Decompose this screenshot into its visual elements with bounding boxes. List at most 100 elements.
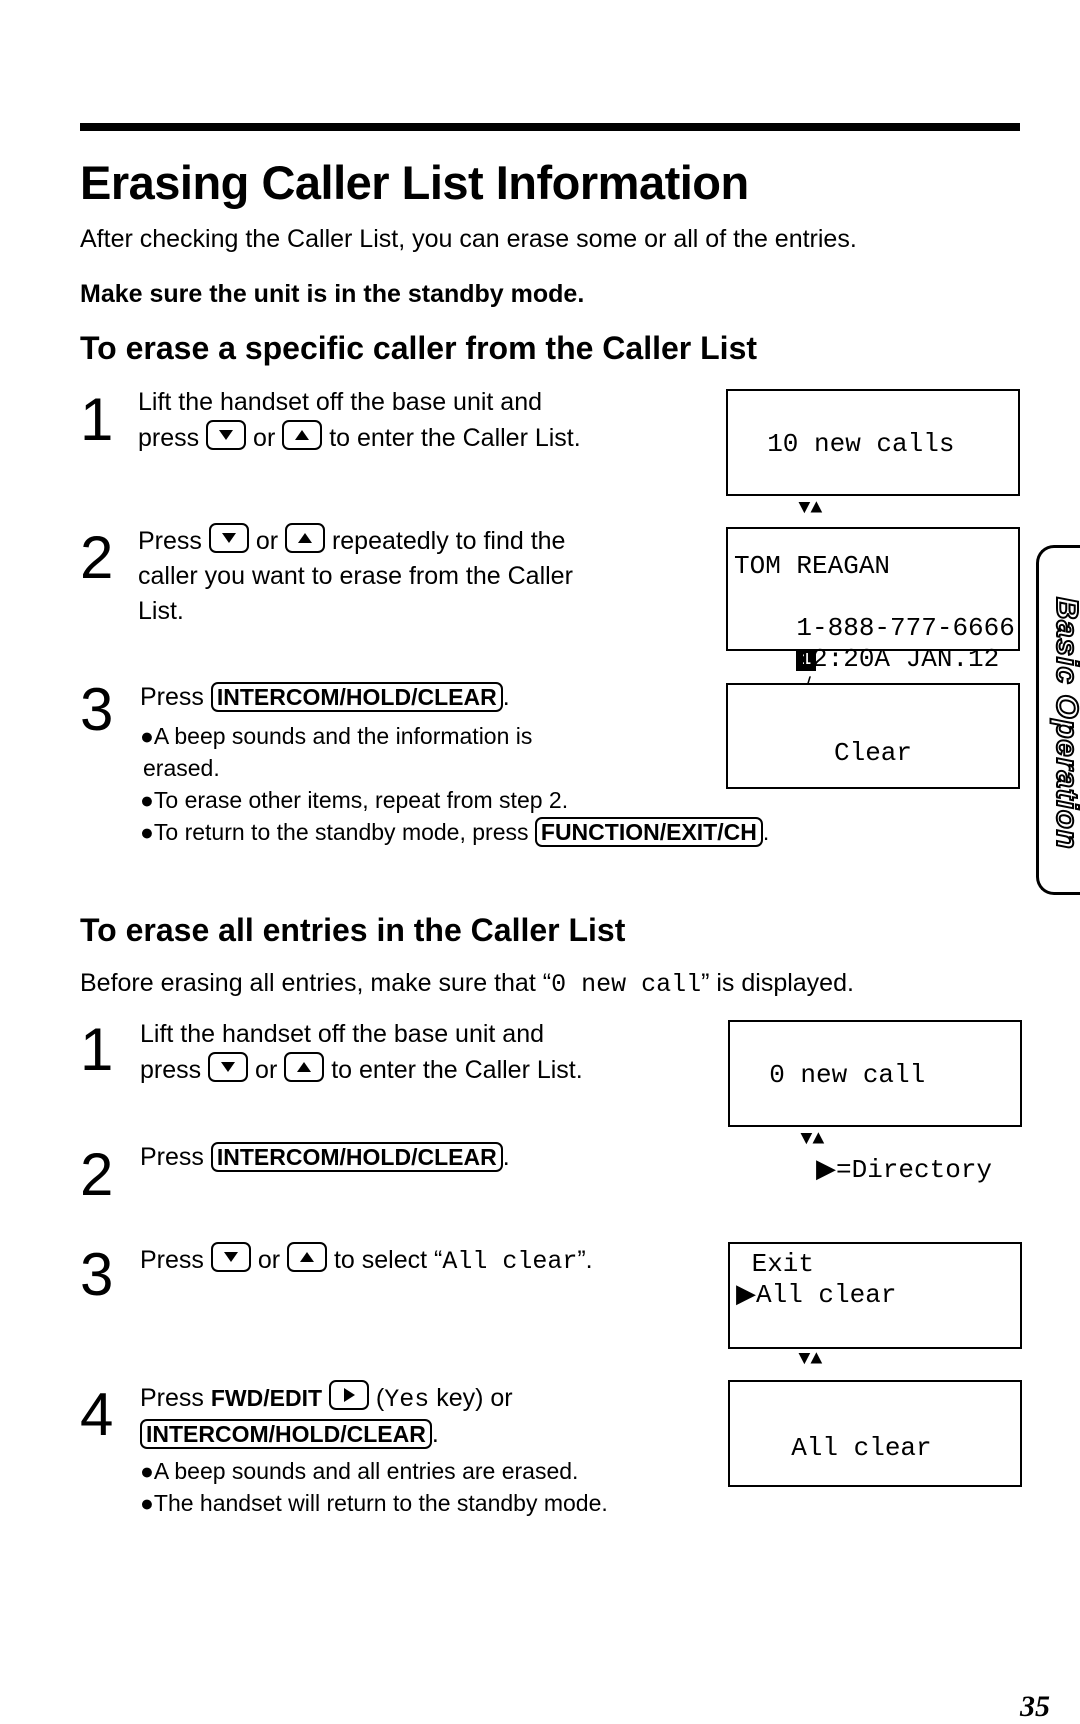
up-key-icon [282, 420, 323, 450]
lcd-display-caller-entry: TOM REAGAN 1-888-777-6666 1 12:20A JAN.1… [726, 527, 1020, 705]
step-number: 3 [80, 676, 114, 743]
section1-heading: To erase a specific caller from the Call… [80, 330, 758, 366]
step-text-rest: to enter the Caller List. [329, 424, 581, 452]
word-press: Press [140, 1246, 204, 1274]
step-3-text: Press or to select “All clear”. [140, 1242, 593, 1279]
punctuation: . [762, 819, 770, 845]
step-text-rest: to select “ [333, 1246, 443, 1274]
punctuation: . [431, 1420, 439, 1448]
standby-note: Make sure the unit is in the standby mod… [80, 280, 585, 308]
step-text-rest: key) or [429, 1384, 513, 1412]
lcd-line: All clear [760, 1433, 932, 1463]
bullet-text: erased. [143, 755, 220, 781]
up-key-icon [287, 1242, 327, 1272]
bullet-text: To erase other items, repeat from step 2… [153, 787, 569, 813]
step-number: 2 [80, 524, 114, 591]
up-key-icon [285, 523, 325, 553]
step-text-line: Press or repeatedly to find the [138, 523, 698, 559]
step-text-rest: to enter the Caller List. [331, 1056, 583, 1084]
lcd-menu-exit: Exit [736, 1249, 815, 1279]
intercom-hold-clear-key: INTERCOM/HOLD/CLEAR [210, 1142, 503, 1172]
lcd-line: ▼▲ ▶=Directory [738, 1091, 1020, 1185]
lcd-line: 1-888-777-6666 1 [734, 582, 1018, 671]
step-text-line: press or to enter the Caller List. [138, 420, 698, 456]
bullet-item: ●The handset will return to the standby … [140, 1490, 608, 1516]
up-down-arrows-icon: ▼▲ [798, 497, 823, 520]
step-text-line: caller you want to erase from the Caller [138, 562, 573, 590]
intro-text: After checking the Caller List, you can … [80, 225, 857, 253]
section-side-tab: Basic Operation [1036, 545, 1080, 895]
down-key-icon [210, 1242, 251, 1272]
word-or: or [257, 1246, 281, 1274]
word-or: or [253, 424, 276, 452]
up-down-arrows-icon: ▼▲ [798, 1348, 823, 1371]
word-or: or [255, 527, 279, 555]
step-1-text: Lift the handset off the base unit and p… [140, 1017, 700, 1088]
function-exit-ch-key: FUNCTION/EXIT/CH [534, 817, 763, 847]
step-text-rest: ”. [577, 1246, 593, 1274]
bullet-text: A beep sounds and the information is [153, 723, 533, 749]
lcd-display-clear: Clear [726, 683, 1020, 789]
lcd-line: Clear [833, 738, 912, 768]
page-number: 35 [1020, 1690, 1050, 1723]
punctuation: . [502, 1143, 510, 1171]
yes-key-text: Yes [384, 1385, 430, 1414]
word-press: Press [140, 1143, 204, 1171]
down-key-icon [208, 1052, 249, 1082]
word-press: Press [138, 527, 202, 555]
play-right-key-icon [328, 1380, 369, 1410]
step-number: 1 [80, 386, 114, 453]
header-rule [80, 123, 1020, 131]
down-key-icon [208, 523, 249, 553]
word-press: Press [140, 1384, 204, 1412]
lcd-directory-hint: ▶=Directory [816, 1155, 993, 1185]
word-press: Press [140, 683, 204, 711]
intercom-hold-clear-key: INTERCOM/HOLD/CLEAR [140, 1419, 432, 1449]
lcd-display-new-calls: 10 new calls ▼▲ ▶=Directory [726, 389, 1020, 554]
section2-intro: Before erasing all entries, make sure th… [80, 966, 854, 1002]
page-title: Erasing Caller List Information [80, 156, 749, 209]
intro-display-text: 0 new call [551, 970, 702, 999]
step-text-line: Lift the handset off the base unit and [140, 1020, 545, 1048]
word-press: press [138, 424, 200, 452]
fwd-edit-label: FWD/EDIT [210, 1385, 323, 1411]
step-2-text: Press or repeatedly to find the caller y… [138, 523, 698, 629]
lcd-line: ▼▲ ▶=Yes [736, 1311, 1020, 1405]
lcd-line: ▼▲ ▶=Directory [736, 460, 1018, 554]
lcd-line: 10 new calls [736, 429, 955, 459]
step-3-text: Press INTERCOM/HOLD/CLEAR. [140, 680, 700, 715]
step-text-line: Lift the handset off the base unit and [138, 388, 543, 416]
lcd-line [728, 707, 1018, 738]
step-text-rest: ( [375, 1384, 385, 1412]
bullet-text: A beep sounds and all entries are erased… [153, 1458, 579, 1484]
step-number: 4 [80, 1381, 114, 1448]
punctuation: . [502, 683, 510, 711]
step-text-line: Press FWD/EDIT (Yes key) or [140, 1380, 700, 1417]
bullet-text: The handset will return to the standby m… [153, 1490, 608, 1516]
step-number: 2 [80, 1141, 114, 1208]
lcd-display-menu: Exit ▶All clear ▼▲ ▶=Yes [728, 1242, 1022, 1405]
up-down-arrows-icon: ▼▲ [800, 1128, 825, 1151]
step-2-text: Press INTERCOM/HOLD/CLEAR. [140, 1140, 510, 1175]
intro-text: Before erasing all entries, make sure th… [80, 969, 552, 997]
lcd-line [760, 1402, 1020, 1433]
lcd-caller-number: 1-888-777-6666 [796, 613, 1015, 643]
lcd-display-zero-new-call: 0 new call ▼▲ ▶=Directory [728, 1020, 1022, 1185]
down-key-icon [206, 420, 247, 450]
intercom-hold-clear-key: INTERCOM/HOLD/CLEAR [210, 682, 503, 712]
step-4-text: Press FWD/EDIT (Yes key) or INTERCOM/HOL… [140, 1380, 700, 1452]
step-text-line: press or to enter the Caller List. [140, 1052, 700, 1088]
intro-text: ” is displayed. [701, 969, 854, 997]
word-or: or [255, 1056, 278, 1084]
word-press: press [140, 1056, 202, 1084]
bullet-item: ●A beep sounds and all entries are erase… [140, 1458, 579, 1484]
lcd-call-time: 12:20A JAN.12 [796, 644, 1000, 674]
side-tab-label: Basic Operation [1049, 596, 1080, 851]
step-number: 1 [80, 1016, 114, 1083]
lcd-menu-all-clear: ▶All clear [736, 1280, 897, 1310]
display-option-text: All clear [442, 1247, 578, 1276]
step-4-bullets: ●A beep sounds and all entries are erase… [140, 1455, 780, 1519]
step-number: 3 [80, 1241, 114, 1308]
lcd-display-all-clear: All clear [728, 1380, 1022, 1487]
step-text-rest: repeatedly to find the [331, 527, 566, 555]
